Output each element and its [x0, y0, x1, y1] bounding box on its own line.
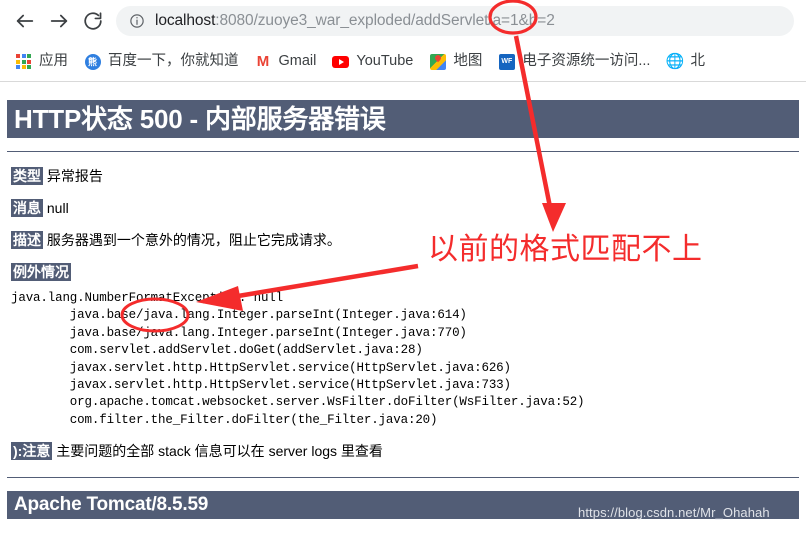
error-note-row: ):注意 主要问题的全部 stack 信息可以在 server logs 里查看: [11, 441, 799, 461]
error-message-value: null: [46, 200, 69, 216]
bookmark-label: YouTube: [356, 53, 414, 69]
bookmark-label: 地图: [453, 53, 483, 69]
error-exception-label: 例外情况: [11, 263, 71, 281]
error-type-value: 异常报告: [46, 168, 103, 184]
bookmark-apps[interactable]: 应用: [9, 48, 74, 76]
note-label-text: 注意: [22, 443, 51, 460]
site-info-icon[interactable]: [128, 12, 146, 30]
bookmark-gmail[interactable]: M Gmail: [249, 48, 323, 76]
bookmarks-bar: 应用 熊 百度一下，你就知道 M Gmail YouTube 地图 WF 电子资…: [0, 42, 806, 81]
globe-icon: 🌐: [665, 53, 685, 70]
bookmark-label: 应用: [39, 53, 68, 69]
forward-arrow-icon[interactable]: [42, 4, 76, 38]
note-prefix: ):: [13, 443, 23, 460]
stack-trace: java.lang.NumberFormatException: null ja…: [11, 291, 585, 427]
url-host: localhost: [155, 12, 216, 29]
baidu-icon: 熊: [84, 53, 101, 70]
tomcat-error-page: HTTP状态 500 - 内部服务器错误 类型 异常报告 消息 null 描述 …: [0, 83, 806, 547]
bookmark-youtube[interactable]: YouTube: [326, 48, 419, 76]
url-path: :8080/zuoye3_war_exploded/addServlet/a=1…: [215, 12, 555, 29]
annotation-comment: 以前的格式匹配不上: [428, 232, 703, 267]
error-description-value: 服务器遇到一个意外的情况，阻止它完成请求。: [46, 232, 341, 248]
bookmark-maps[interactable]: 地图: [423, 48, 488, 76]
youtube-icon: [332, 53, 350, 70]
bookmark-label: 北: [690, 53, 705, 69]
apps-grid-icon: [15, 53, 32, 70]
error-type-label: 类型: [11, 167, 43, 185]
footer-divider: [7, 477, 799, 479]
watermark: https://blog.csdn.net/Mr_Ohahah: [578, 505, 770, 520]
screenshot-root: localhost:8080/zuoye3_war_exploded/addSe…: [0, 0, 806, 547]
error-description-label: 描述: [11, 231, 43, 249]
error-message-label: 消息: [11, 199, 43, 217]
library-icon: WF: [498, 53, 515, 70]
browser-toolbar: localhost:8080/zuoye3_war_exploded/addSe…: [0, 0, 806, 42]
bookmark-library[interactable]: WF 电子资源统一访问...: [492, 48, 656, 76]
address-bar-text: localhost:8080/zuoye3_war_exploded/addSe…: [155, 12, 555, 30]
page-title: HTTP状态 500 - 内部服务器错误: [7, 100, 799, 138]
google-maps-icon: [429, 53, 446, 70]
address-bar[interactable]: localhost:8080/zuoye3_war_exploded/addSe…: [116, 6, 794, 36]
bookmark-other[interactable]: 🌐 北: [660, 48, 711, 76]
error-note-label: ):注意: [11, 442, 53, 461]
browser-chrome: localhost:8080/zuoye3_war_exploded/addSe…: [0, 0, 806, 82]
bookmark-baidu[interactable]: 熊 百度一下，你就知道: [78, 48, 245, 76]
reload-icon[interactable]: [76, 4, 110, 38]
bookmark-label: Gmail: [278, 53, 317, 69]
error-type-row: 类型 异常报告: [7, 166, 799, 186]
error-message-row: 消息 null: [7, 198, 799, 218]
gmail-icon: M: [256, 53, 270, 70]
bookmark-label: 百度一下，你就知道: [108, 53, 239, 69]
bookmark-label: 电子资源统一访问...: [522, 53, 651, 69]
error-note-value: 主要问题的全部 stack 信息可以在 server logs 里查看: [56, 443, 383, 460]
back-arrow-icon[interactable]: [8, 4, 42, 38]
title-divider: [7, 151, 799, 152]
